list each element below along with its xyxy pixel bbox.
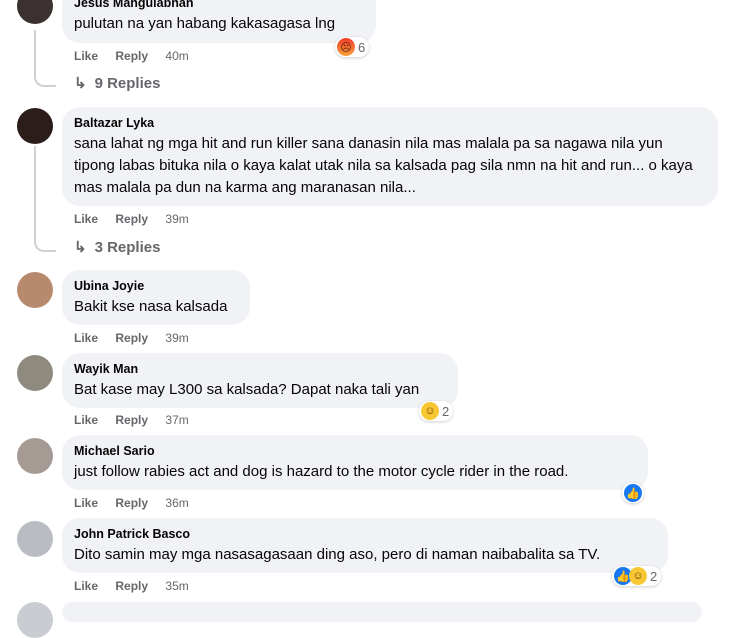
comment-time[interactable]: 39m [165, 212, 188, 226]
comment-text: Dito samin may mga nasasagasaan ding aso… [74, 546, 601, 563]
comment-author[interactable]: Jesus Mangulabnan [74, 0, 364, 11]
reply-button[interactable]: Reply [115, 413, 148, 427]
thread-line [34, 146, 56, 252]
comment-bubble: Michael Sario just follow rabies act and… [62, 435, 648, 490]
reaction-summary[interactable]: ☹ 6 [335, 37, 370, 57]
reaction-summary[interactable]: 👍 ☺ 2 [612, 566, 662, 586]
reply-button[interactable]: Reply [115, 579, 148, 593]
thread-line [34, 30, 56, 87]
comment-bubble: John Patrick Basco Dito samin may mga na… [62, 518, 668, 573]
like-button[interactable]: Like [74, 212, 98, 226]
reply-button[interactable]: Reply [115, 496, 148, 510]
comment-text: sana lahat ng mga hit and run killer san… [74, 135, 693, 196]
comment-actions: Like Reply 35m [74, 578, 189, 594]
comment-bubble: Wayik Man Bat kase may L300 sa kalsada? … [62, 353, 458, 408]
reply-button[interactable]: Reply [115, 212, 148, 226]
comment-bubble: Jesus Mangulabnan pulutan na yan habang … [62, 0, 376, 43]
view-replies-button[interactable]: ↳ 9 Replies [74, 74, 160, 94]
like-icon: 👍 [624, 484, 642, 502]
reaction-count: 2 [650, 568, 658, 584]
comment-time[interactable]: 37m [165, 413, 188, 427]
reaction-count: 2 [442, 403, 450, 419]
comment-text: just follow rabies act and dog is hazard… [74, 463, 569, 480]
comment-author[interactable]: Ubina Joyie [74, 278, 238, 294]
reaction-summary[interactable]: 👍 [622, 483, 644, 503]
like-button[interactable]: Like [74, 413, 98, 427]
like-button[interactable]: Like [74, 496, 98, 510]
haha-icon: ☺ [629, 567, 647, 585]
avatar[interactable] [17, 602, 53, 638]
comment-bubble: Baltazar Lyka sana lahat ng mga hit and … [62, 107, 718, 206]
reaction-summary[interactable]: ☺ 2 [419, 401, 454, 421]
view-replies-button[interactable]: ↳ 3 Replies [74, 238, 160, 258]
like-button[interactable]: Like [74, 49, 98, 63]
angry-icon: ☹ [337, 38, 355, 56]
like-button[interactable]: Like [74, 579, 98, 593]
comment-actions: Like Reply 39m [74, 330, 189, 346]
comment-author[interactable]: John Patrick Basco [74, 526, 656, 542]
avatar[interactable] [17, 108, 53, 144]
comment-author[interactable]: Michael Sario [74, 443, 636, 459]
avatar[interactable] [17, 521, 53, 557]
like-button[interactable]: Like [74, 331, 98, 345]
comment-time[interactable]: 36m [165, 496, 188, 510]
reply-button[interactable]: Reply [115, 331, 148, 345]
comment-bubble [62, 602, 702, 622]
comment-actions: Like Reply 36m [74, 495, 189, 511]
reply-arrow-icon: ↳ [74, 239, 87, 256]
comment-bubble: Ubina Joyie Bakit kse nasa kalsada [62, 270, 250, 325]
comment-author[interactable]: Baltazar Lyka [74, 115, 706, 131]
avatar[interactable] [17, 438, 53, 474]
avatar[interactable] [17, 0, 53, 24]
comment-text: Bat kase may L300 sa kalsada? Dapat naka… [74, 381, 420, 398]
reply-arrow-icon: ↳ [74, 75, 87, 92]
haha-icon: ☺ [421, 402, 439, 420]
comment-actions: Like Reply 40m [74, 48, 189, 64]
comment-time[interactable]: 39m [165, 331, 188, 345]
comment-text: pulutan na yan habang kakasagasa lng [74, 15, 336, 32]
replies-label: 3 Replies [94, 239, 161, 256]
reply-button[interactable]: Reply [115, 49, 148, 63]
comment-actions: Like Reply 37m [74, 412, 189, 428]
comment-text: Bakit kse nasa kalsada [74, 298, 228, 315]
comment-time[interactable]: 35m [165, 579, 188, 593]
replies-label: 9 Replies [94, 75, 161, 92]
avatar[interactable] [17, 272, 53, 308]
comment-time[interactable]: 40m [165, 49, 188, 63]
comment-author[interactable]: Wayik Man [74, 361, 446, 377]
reaction-count: 6 [358, 39, 366, 55]
avatar[interactable] [17, 355, 53, 391]
comment-actions: Like Reply 39m [74, 211, 189, 227]
